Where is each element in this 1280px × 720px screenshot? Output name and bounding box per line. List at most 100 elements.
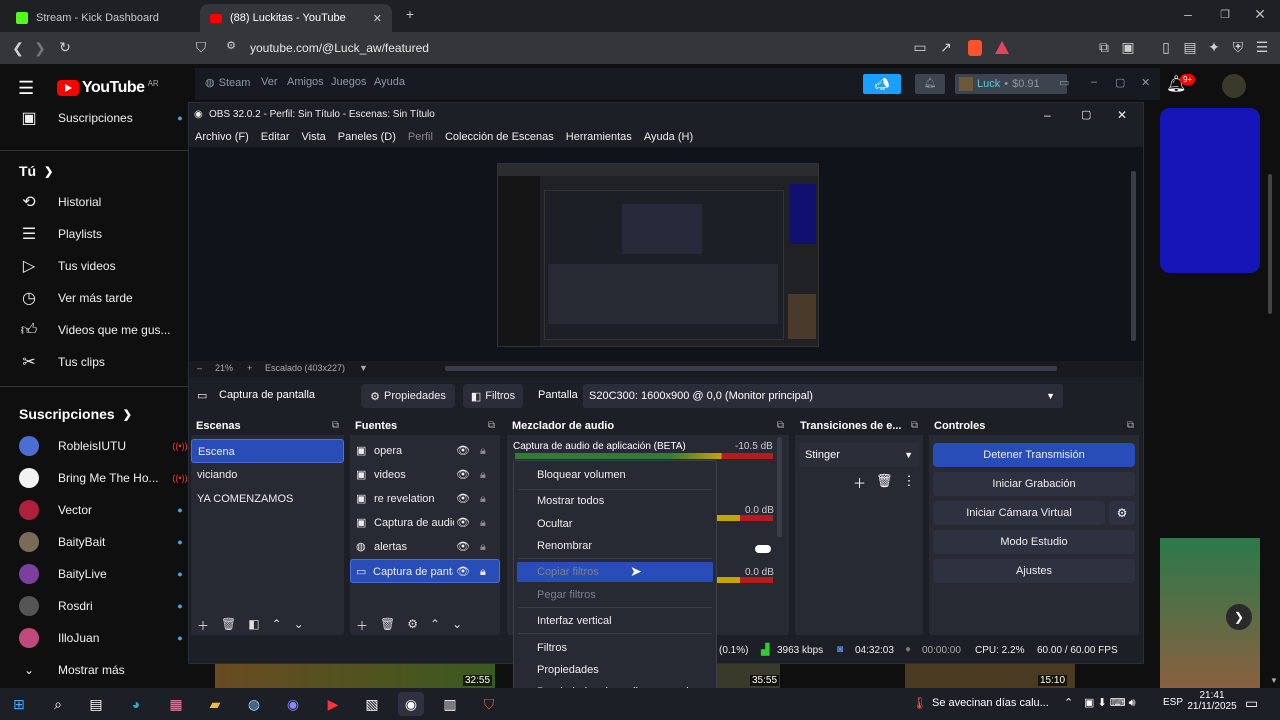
- menu-profile[interactable]: Perfil: [402, 127, 439, 147]
- source-item[interactable]: ▣ videos 👁︎ 🔒︎: [350, 463, 500, 487]
- eye-icon[interactable]: 👁︎: [456, 511, 470, 535]
- menu-edit[interactable]: Editar: [255, 127, 296, 147]
- tab-search-icon[interactable]: ▣: [1118, 39, 1138, 56]
- down-arrow-icon[interactable]: ⌄: [452, 617, 462, 634]
- reload-icon[interactable]: ↻: [55, 39, 75, 56]
- sidebar-item-clips[interactable]: ✂ Tus clips: [0, 346, 190, 378]
- task-view-icon[interactable]: ▤: [83, 692, 109, 716]
- notification-center-icon[interactable]: ▭: [1245, 695, 1258, 712]
- start-recording-button[interactable]: Iniciar Grabación: [933, 472, 1135, 496]
- search-icon[interactable]: ⌕: [45, 692, 71, 716]
- up-arrow-icon[interactable]: ⌃: [430, 617, 440, 634]
- steam-close-icon[interactable]: ✕: [1141, 76, 1150, 89]
- maximize-button[interactable]: ❐: [1210, 8, 1240, 21]
- volume-slider-handle[interactable]: [755, 545, 771, 553]
- sidebar-item-liked-videos[interactable]: 👍︎ Videos que me gus...: [0, 314, 190, 346]
- back-icon[interactable]: ❮: [8, 40, 28, 57]
- leo-icon[interactable]: ✦: [1204, 39, 1224, 56]
- preview-scrollbar-horizontal[interactable]: [445, 366, 1057, 371]
- obs-taskbar-icon[interactable]: ◉: [398, 692, 424, 716]
- scene-item[interactable]: YA COMENZAMOS: [191, 487, 344, 511]
- menu-docks[interactable]: Paneles (D): [332, 127, 402, 147]
- sidebar-item-watch-later[interactable]: ◷ Ver más tarde: [0, 282, 190, 314]
- sidebar-item-playlists[interactable]: ☰ Playlists: [0, 218, 190, 250]
- undock-icon[interactable]: ⧉: [911, 417, 918, 435]
- steam-bigpicture-icon[interactable]: ▭: [1059, 76, 1069, 89]
- start-virtual-camera-button[interactable]: Iniciar Cámara Virtual: [933, 501, 1105, 525]
- properties-button[interactable]: ⚙ Propiedades: [361, 384, 455, 408]
- vpn-icon[interactable]: ⛨: [1228, 39, 1248, 56]
- source-item[interactable]: ▣ opera 👁︎ 🔒︎: [350, 439, 500, 463]
- menu-view[interactable]: Vista: [296, 127, 332, 147]
- stop-streaming-button[interactable]: Detener Transmisión: [933, 443, 1135, 467]
- steam-maximize-icon[interactable]: ▢: [1115, 76, 1125, 89]
- channel-item[interactable]: BaityBait ●: [0, 526, 190, 558]
- more-options-icon[interactable]: ⋮: [903, 473, 916, 492]
- channel-item[interactable]: RobleisIUTU ((•)): [0, 430, 190, 462]
- language-indicator[interactable]: ESP: [1163, 697, 1183, 708]
- filter-icon[interactable]: ◧: [248, 617, 259, 634]
- menu-item-vertical-layout[interactable]: Interfaz vertical: [517, 611, 713, 631]
- gear-icon[interactable]: ⚙: [407, 617, 418, 634]
- new-tab-button[interactable]: +: [395, 6, 425, 22]
- menu-item-show-all[interactable]: Mostrar todos: [517, 491, 713, 511]
- eye-icon[interactable]: 👁︎: [456, 535, 470, 559]
- tab-youtube[interactable]: (88) Luckitas - YouTube ✕: [200, 4, 392, 32]
- scene-item[interactable]: viciando: [191, 463, 344, 487]
- forward-icon[interactable]: ❯: [30, 40, 50, 57]
- eye-icon[interactable]: 👁︎: [456, 487, 470, 511]
- transition-select[interactable]: Stinger ▼: [799, 443, 919, 467]
- minimize-button[interactable]: –: [1173, 6, 1203, 22]
- steam-menu-help[interactable]: Ayuda: [374, 76, 405, 88]
- menu-item-properties[interactable]: Propiedades: [517, 660, 713, 680]
- add-icon[interactable]: ＋: [197, 617, 209, 634]
- channel-item[interactable]: BaityLive ●: [0, 558, 190, 590]
- lock-icon[interactable]: 🔒︎: [480, 560, 486, 582]
- video-thumbnail[interactable]: [1160, 108, 1260, 273]
- extensions-icon[interactable]: ⧉: [1094, 39, 1114, 56]
- sidebar-item-history[interactable]: ⟲ Historial: [0, 186, 190, 218]
- obs-minimize-button[interactable]: –: [1044, 103, 1051, 127]
- trash-icon[interactable]: 🗑︎: [380, 617, 395, 634]
- file-explorer-icon[interactable]: ▰: [202, 692, 228, 716]
- menu-item-rename[interactable]: Renombrar: [517, 536, 713, 556]
- undock-icon[interactable]: ⧉: [1127, 417, 1134, 435]
- channel-item[interactable]: Vector ●: [0, 494, 190, 526]
- tab-kick-dashboard[interactable]: Stream - Kick Dashboard: [6, 4, 198, 32]
- down-arrow-icon[interactable]: ⌄: [294, 617, 304, 634]
- mixer-scrollbar[interactable]: [777, 437, 782, 537]
- lock-icon[interactable]: 🔒︎: [480, 535, 486, 559]
- display-select[interactable]: S20C300: 1600x900 @ 0,0 (Monitor princip…: [583, 384, 1063, 408]
- discord-icon[interactable]: ◉: [280, 692, 306, 716]
- scrollbar[interactable]: [1268, 174, 1272, 314]
- menu-item-paste-filters[interactable]: Pegar filtros: [517, 585, 713, 605]
- scale-dropdown-icon[interactable]: ▼: [359, 363, 368, 373]
- url-field[interactable]: youtube.com/@Luck_aw/featured: [222, 37, 894, 59]
- tray-icons[interactable]: ▣ ⬇ ⌨ 🔊︎: [1084, 696, 1136, 710]
- lock-icon[interactable]: 🔒︎: [480, 439, 486, 463]
- bookmark-icon[interactable]: ⛉: [191, 39, 211, 56]
- close-window-button[interactable]: ✕: [1245, 6, 1275, 23]
- brave-rewards-icon[interactable]: [995, 41, 1009, 54]
- obs-preview[interactable]: [189, 147, 1143, 361]
- menu-help[interactable]: Ayuda (H): [638, 127, 699, 147]
- edge-icon[interactable]: ◕: [123, 692, 149, 716]
- chevron-up-icon[interactable]: ⌃: [1064, 696, 1073, 709]
- sidebar-item-your-videos[interactable]: ▷ Tus videos: [0, 250, 190, 282]
- obs-close-button[interactable]: ✕: [1117, 103, 1127, 127]
- channel-item[interactable]: Bring Me The Ho... ((•)): [0, 462, 190, 494]
- lock-icon[interactable]: 🔒︎: [480, 511, 486, 535]
- channel-item[interactable]: IlloJuan ●: [0, 622, 190, 654]
- channel-item[interactable]: Rosdri ●: [0, 590, 190, 622]
- steam-menu-ver[interactable]: Ver: [261, 76, 278, 88]
- cast-icon[interactable]: ▭: [910, 39, 930, 56]
- steam-minimize-icon[interactable]: –: [1091, 76, 1097, 88]
- obs-maximize-button[interactable]: ▢: [1081, 103, 1091, 127]
- scene-item[interactable]: Escena: [191, 439, 344, 463]
- zoom-out-icon[interactable]: –: [197, 363, 202, 373]
- sidebar-item-subscriptions[interactable]: ▣ Suscripciones ●: [0, 102, 190, 134]
- source-item[interactable]: ▭ Captura de panta 👁︎ 🔒︎: [350, 559, 500, 583]
- lock-icon[interactable]: 🔒︎: [480, 463, 486, 487]
- menu-item-lock-volume[interactable]: Bloquear volumen: [517, 465, 713, 485]
- steam-logo[interactable]: ◍ Steam: [205, 76, 250, 90]
